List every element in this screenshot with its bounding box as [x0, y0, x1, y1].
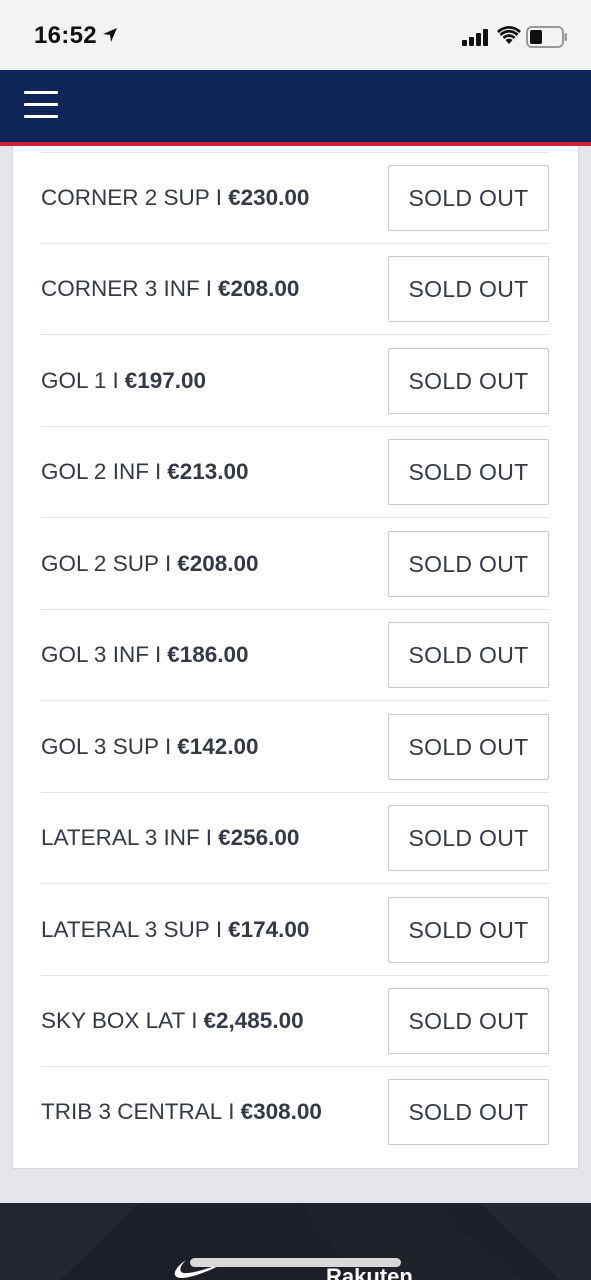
- ticket-row: GOL 2 SUP I €208.00 SOLD OUT: [41, 519, 549, 610]
- ticket-separator: I: [164, 734, 172, 759]
- ticket-row: GOL 1 I €197.00 SOLD OUT: [41, 336, 549, 427]
- ticket-row: GOL 3 SUP I €142.00 SOLD OUT: [41, 702, 549, 793]
- ticket-name: GOL 2 SUP: [41, 551, 159, 576]
- ticket-separator: I: [164, 551, 172, 576]
- ticket-row: GOL 3 INF I €186.00 SOLD OUT: [41, 610, 549, 701]
- status-time: 16:52: [34, 22, 97, 49]
- battery-icon: [526, 26, 567, 48]
- ticket-separator: I: [228, 1099, 235, 1124]
- ticket-row: CORNER 3 INF I €208.00 SOLD OUT: [41, 244, 549, 335]
- ticket-price: €256.00: [218, 825, 300, 850]
- ticket-price: €308.00: [240, 1099, 322, 1124]
- ticket-price: €197.00: [124, 368, 207, 393]
- ticket-name: CORNER 2 SUP: [41, 185, 210, 210]
- ticket-label: LATERAL 3 INF I €256.00: [41, 793, 299, 883]
- ticket-name: GOL 1: [41, 368, 107, 393]
- ticket-price: €213.00: [167, 459, 249, 484]
- ticket-label: CORNER 2 SUP I €230.00: [41, 153, 309, 243]
- ticket-separator: I: [112, 368, 119, 393]
- ticket-price: €142.00: [177, 734, 259, 759]
- ticket-label: GOL 3 INF I €186.00: [41, 610, 249, 700]
- ticket-row: LATERAL 3 INF I €256.00 SOLD OUT: [41, 793, 549, 884]
- ticket-separator: I: [191, 1008, 198, 1033]
- home-indicator[interactable]: [190, 1258, 401, 1267]
- location-arrow-icon: [103, 28, 117, 42]
- hamburger-menu-icon[interactable]: [24, 91, 58, 119]
- wifi-icon: [497, 26, 521, 44]
- ticket-label: CORNER 3 INF I €208.00: [41, 244, 299, 334]
- ticket-name: TRIB 3 CENTRAL: [41, 1099, 223, 1124]
- sold-out-button[interactable]: SOLD OUT: [388, 1079, 549, 1145]
- ticket-name: GOL 2 INF: [41, 459, 149, 484]
- sold-out-button[interactable]: SOLD OUT: [388, 897, 549, 963]
- ticket-separator: I: [154, 642, 162, 667]
- status-bar: 16:52: [0, 0, 591, 70]
- ticket-price: €208.00: [177, 551, 259, 576]
- ticket-name: SKY BOX LAT: [41, 1008, 186, 1033]
- ticket-label: SKY BOX LAT I €2,485.00: [41, 976, 304, 1066]
- sold-out-button[interactable]: SOLD OUT: [388, 714, 549, 780]
- ticket-label: GOL 3 SUP I €142.00: [41, 702, 259, 792]
- ticket-separator: I: [154, 459, 162, 484]
- ticket-label: LATERAL 3 SUP I €174.00: [41, 885, 309, 975]
- sold-out-button[interactable]: SOLD OUT: [388, 988, 549, 1054]
- ticket-name: GOL 3 INF: [41, 642, 149, 667]
- ticket-price: €2,485.00: [203, 1008, 304, 1033]
- top-navigation-bar: [0, 70, 591, 146]
- ticket-price: €174.00: [228, 917, 310, 942]
- ticket-row: TRIB 3 CENTRAL I €308.00 SOLD OUT: [41, 1067, 549, 1158]
- ticket-name: GOL 3 SUP: [41, 734, 159, 759]
- ticket-separator: I: [205, 276, 213, 301]
- ticket-separator: I: [215, 185, 223, 210]
- sold-out-button[interactable]: SOLD OUT: [388, 805, 549, 871]
- sold-out-button[interactable]: SOLD OUT: [388, 348, 549, 414]
- ticket-price: €230.00: [228, 185, 310, 210]
- sold-out-button[interactable]: SOLD OUT: [388, 439, 549, 505]
- ticket-name: LATERAL 3 INF: [41, 825, 200, 850]
- footer-background-pattern: [0, 1203, 591, 1280]
- ticket-price: €186.00: [167, 642, 249, 667]
- sold-out-button[interactable]: SOLD OUT: [388, 256, 549, 322]
- ticket-separator: I: [215, 917, 223, 942]
- ticket-label: TRIB 3 CENTRAL I €308.00: [41, 1067, 322, 1157]
- ticket-label: GOL 2 INF I €213.00: [41, 427, 249, 517]
- ticket-price: €208.00: [218, 276, 300, 301]
- ticket-label: GOL 2 SUP I €208.00: [41, 519, 259, 609]
- page-footer: [0, 1203, 591, 1280]
- ticket-row: CORNER 2 SUP I €230.00 SOLD OUT: [41, 153, 549, 244]
- sold-out-button[interactable]: SOLD OUT: [388, 165, 549, 231]
- ticket-row: GOL 2 INF I €213.00 SOLD OUT: [41, 427, 549, 518]
- ticket-row: LATERAL 3 SUP I €174.00 SOLD OUT: [41, 885, 549, 976]
- ticket-row: SKY BOX LAT I €2,485.00 SOLD OUT: [41, 976, 549, 1067]
- ticket-name: CORNER 3 INF: [41, 276, 200, 301]
- sold-out-button[interactable]: SOLD OUT: [388, 622, 549, 688]
- sold-out-button[interactable]: SOLD OUT: [388, 531, 549, 597]
- ticket-separator: I: [205, 825, 213, 850]
- ticket-label: GOL 1 I €197.00: [41, 336, 206, 426]
- cellular-signal-icon: [462, 29, 488, 46]
- ticket-name: LATERAL 3 SUP: [41, 917, 210, 942]
